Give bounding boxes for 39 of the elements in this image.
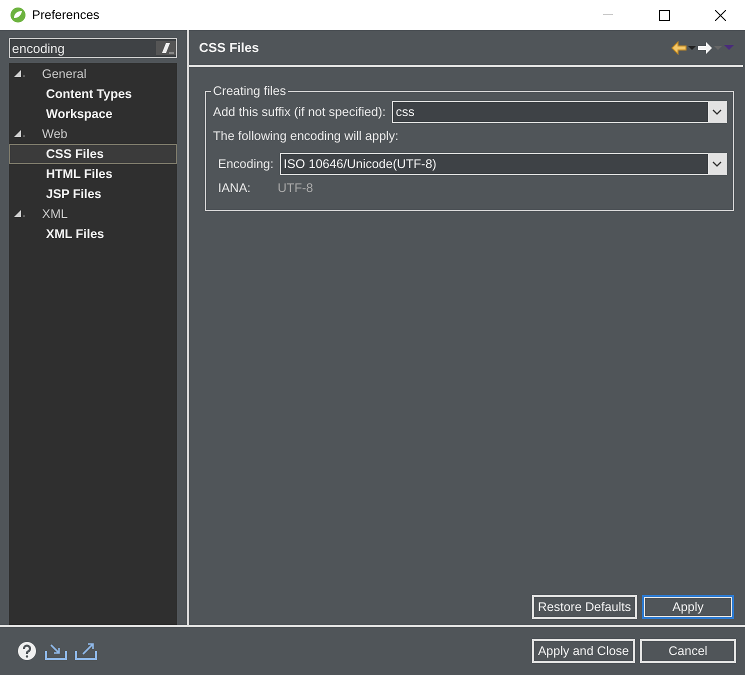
import-icon[interactable] — [45, 642, 67, 660]
iana-value: UTF-8 — [278, 181, 314, 195]
restore-defaults-button[interactable]: Restore Defaults — [532, 595, 637, 619]
chevron-down-icon — [712, 109, 722, 115]
leaf-logo-icon — [10, 7, 26, 23]
tree-item[interactable]: XML — [9, 204, 177, 224]
tree-item[interactable]: HTML Files — [9, 164, 177, 184]
help-icon[interactable] — [17, 641, 37, 661]
tree-item[interactable]: CSS Files — [9, 144, 177, 164]
suffix-label: Add this suffix (if not specified): — [213, 105, 386, 119]
expanded-triangle-icon[interactable] — [14, 130, 26, 138]
page-title: CSS Files — [199, 40, 260, 55]
back-arrow-icon[interactable] — [671, 40, 687, 54]
encoding-label: Encoding: — [218, 157, 274, 171]
tree-item[interactable]: Workspace — [9, 104, 177, 124]
group-title: Creating files — [212, 84, 287, 98]
eraser-icon[interactable] — [156, 41, 176, 55]
tree-item[interactable]: XML Files — [9, 224, 177, 244]
maximize-icon[interactable] — [658, 10, 670, 20]
encoding-note: The following encoding will apply: — [213, 129, 399, 143]
filter-box[interactable]: encoding — [9, 38, 177, 58]
filter-field[interactable]: encoding — [12, 40, 156, 56]
suffix-dropdown[interactable]: css — [392, 101, 727, 123]
iana-label: IANA: — [218, 181, 251, 195]
chevron-down-icon — [712, 161, 722, 167]
encoding-dropdown[interactable]: ISO 10646/Unicode(UTF-8) — [280, 153, 727, 175]
tree-item[interactable]: Content Types — [9, 84, 177, 104]
close-icon[interactable] — [714, 10, 726, 20]
export-icon[interactable] — [75, 642, 97, 660]
expanded-triangle-icon[interactable] — [14, 70, 26, 78]
forward-arrow-icon[interactable] — [697, 40, 713, 54]
tree-item[interactable]: Web — [9, 124, 177, 144]
apply-button[interactable]: Apply — [642, 595, 734, 619]
window-title: Preferences — [32, 8, 100, 22]
expanded-triangle-icon[interactable] — [14, 210, 26, 218]
apply-and-close-button[interactable]: Apply and Close — [532, 639, 635, 663]
tree-item[interactable]: General — [9, 64, 177, 84]
tree-item[interactable]: JSP Files — [9, 184, 177, 204]
cancel-button[interactable]: Cancel — [640, 639, 736, 663]
